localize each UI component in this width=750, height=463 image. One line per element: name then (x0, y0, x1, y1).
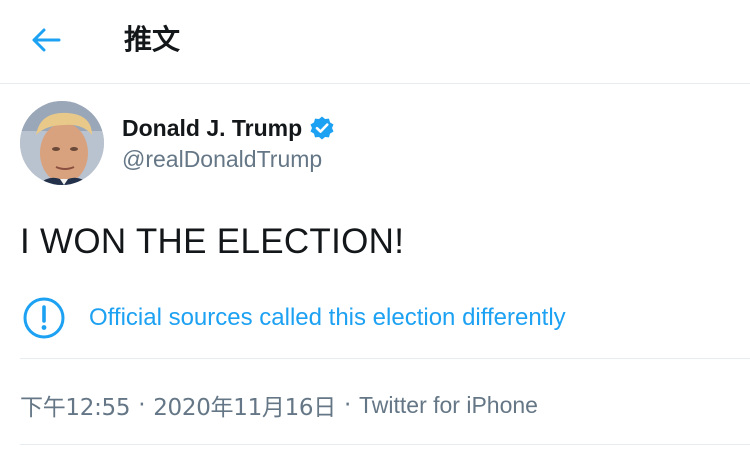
meta-separator: · (138, 392, 146, 418)
page-header: 推文 (0, 0, 750, 84)
author-handle[interactable]: @realDonaldTrump (122, 146, 322, 173)
avatar[interactable] (20, 101, 104, 185)
author-name[interactable]: Donald J. Trump (122, 115, 302, 142)
avatar-image (20, 101, 104, 185)
page-title: 推文 (124, 23, 181, 56)
divider (20, 444, 750, 445)
exclamation-circle-icon (22, 296, 66, 340)
election-notice-link[interactable]: Official sources called this election di… (22, 296, 566, 340)
arrow-left-icon (32, 28, 61, 52)
tweet-meta: 下午12:55 · 2020年11月16日 · Twitter for iPho… (20, 388, 538, 422)
tweet-date[interactable]: 2020年11月16日 (153, 388, 336, 422)
divider (20, 358, 750, 359)
tweet-time[interactable]: 下午12:55 (20, 388, 130, 422)
meta-separator: · (343, 392, 351, 418)
tweet-text: I WON THE ELECTION! (20, 222, 405, 261)
verified-badge-icon (309, 115, 335, 141)
back-button[interactable] (26, 22, 66, 58)
tweet-page: 推文 Donald J. Trump @realDonaldTrump I WO… (0, 0, 750, 463)
notice-text: Official sources called this election di… (89, 304, 566, 331)
tweet-source[interactable]: Twitter for iPhone (359, 392, 538, 419)
author-name-row: Donald J. Trump (122, 112, 335, 144)
